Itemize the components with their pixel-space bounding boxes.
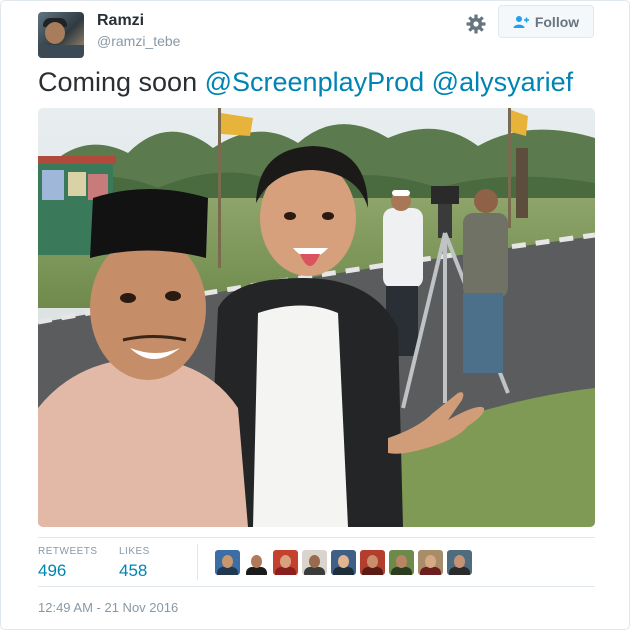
follow-label: Follow	[534, 13, 580, 30]
liker-avatar-body	[420, 567, 441, 575]
liker-avatar-body	[246, 567, 267, 575]
liker-avatar-face	[280, 555, 291, 568]
likes-stat[interactable]: LIKES 458	[119, 546, 150, 581]
mention-alysyarief[interactable]: @alysyarief	[432, 67, 573, 97]
tweet-timestamp[interactable]: 12:49 AM - 21 Nov 2016	[38, 600, 178, 615]
tweet-photo[interactable]	[38, 108, 595, 527]
selfie-photo-illustration	[38, 108, 595, 527]
liker-avatar-face	[396, 555, 407, 568]
liker-avatar-body	[217, 567, 238, 575]
follow-person-plus-icon	[513, 15, 529, 28]
avatar-face	[45, 22, 65, 44]
liker-avatar-face	[251, 555, 262, 568]
liker-avatar-face	[338, 555, 349, 568]
liker-avatar[interactable]	[389, 550, 414, 575]
liker-avatar-face	[367, 555, 378, 568]
liker-avatar-face	[454, 555, 465, 568]
stats-top-divider	[38, 537, 595, 538]
liker-avatar[interactable]	[215, 550, 240, 575]
liker-avatar[interactable]	[360, 550, 385, 575]
liker-avatar[interactable]	[331, 550, 356, 575]
retweets-count: 496	[38, 561, 67, 580]
liker-avatar-face	[425, 555, 436, 568]
liker-avatar[interactable]	[418, 550, 443, 575]
liker-avatar-face	[222, 555, 233, 568]
author-avatar[interactable]	[38, 12, 84, 58]
liker-avatar-body	[449, 567, 470, 575]
likes-label: LIKES	[119, 546, 150, 557]
liker-avatar[interactable]	[273, 550, 298, 575]
liker-avatar-face	[309, 555, 320, 568]
mention-screenplayprod[interactable]: @ScreenplayProd	[205, 67, 425, 97]
liker-avatar-body	[333, 567, 354, 575]
liker-avatar[interactable]	[302, 550, 327, 575]
stats-vertical-divider	[197, 544, 198, 580]
tweet-text: Coming soon @ScreenplayProd @alysyarief	[38, 67, 573, 98]
retweets-stat[interactable]: RETWEETS 496	[38, 546, 98, 581]
likes-count: 458	[119, 561, 148, 580]
liker-avatar[interactable]	[244, 550, 269, 575]
liker-avatar-body	[362, 567, 383, 575]
author-name[interactable]: Ramzi	[97, 12, 144, 30]
tweet-body: Coming soon	[38, 67, 198, 97]
author-handle[interactable]: @ramzi_tebe	[97, 33, 180, 49]
settings-gear-icon[interactable]	[464, 12, 488, 36]
liker-avatar-body	[275, 567, 296, 575]
retweets-label: RETWEETS	[38, 546, 98, 557]
liker-avatars	[215, 550, 472, 575]
liker-avatar-body	[304, 567, 325, 575]
liker-avatar-body	[391, 567, 412, 575]
avatar-shirt	[38, 45, 84, 58]
liker-avatar[interactable]	[447, 550, 472, 575]
follow-button[interactable]: Follow	[498, 5, 594, 38]
tweet-card: Ramzi @ramzi_tebe Follow Coming soon @Sc…	[0, 0, 630, 630]
stats-bottom-divider	[38, 586, 595, 587]
